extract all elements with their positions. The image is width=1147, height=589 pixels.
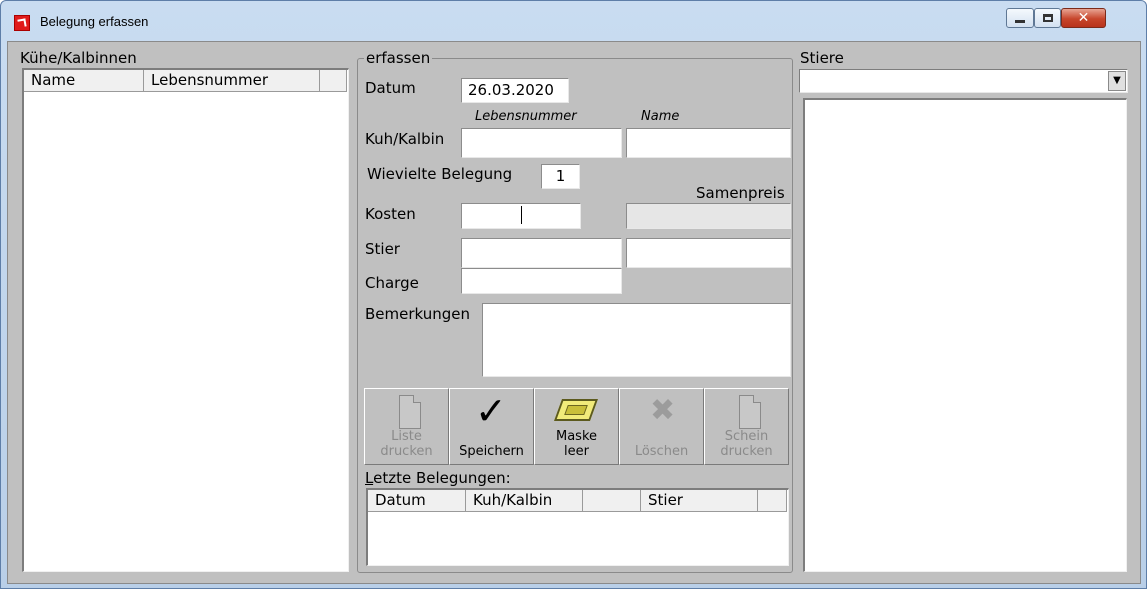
document-icon xyxy=(739,395,761,429)
delete-x-icon: ✖ xyxy=(650,393,676,428)
capture-frame-title: erfassen xyxy=(364,49,433,67)
tray-icon xyxy=(553,399,599,421)
cows-column-lebensnummer[interactable]: Lebensnummer xyxy=(144,70,320,92)
maske-leer-label-1: Maske xyxy=(555,429,598,444)
bemerkungen-field[interactable] xyxy=(482,303,791,377)
bulls-panel-title: Stiere xyxy=(800,49,844,67)
cows-column-filler xyxy=(320,70,347,92)
liste-drucken-label-1: Liste xyxy=(391,429,422,444)
cows-panel-title: Kühe/Kalbinnen xyxy=(20,49,137,67)
name-caption: Name xyxy=(641,109,680,124)
close-icon: ✕ xyxy=(1077,10,1090,26)
kosten-label: Kosten xyxy=(365,205,416,223)
recent-column-blank[interactable] xyxy=(583,490,641,512)
application-window: Belegung erfassen ✕ Kühe/Kalbinnen Name … xyxy=(0,0,1147,589)
client-area: Kühe/Kalbinnen Name Lebensnummer erfasse… xyxy=(7,41,1141,584)
kuh-lebensnummer-field[interactable] xyxy=(461,128,622,158)
recent-column-stier[interactable]: Stier xyxy=(641,490,758,512)
samenpreis-field xyxy=(626,203,791,229)
samenpreis-caption: Samenpreis xyxy=(696,184,785,202)
datum-field[interactable]: 26.03.2020 xyxy=(461,78,569,103)
bulls-dropdown[interactable]: ▼ xyxy=(799,69,1128,93)
belegung-label: Wievielte Belegung xyxy=(367,165,513,183)
schein-drucken-label-1: Schein xyxy=(724,429,769,444)
datum-label: Datum xyxy=(365,79,416,97)
maske-leer-button[interactable]: Maske leer xyxy=(534,388,619,465)
loeschen-button[interactable]: ✖ Löschen xyxy=(619,388,704,465)
recent-list[interactable]: Datum Kuh/Kalbin Stier xyxy=(366,488,789,566)
liste-drucken-button[interactable]: Liste drucken xyxy=(364,388,449,465)
maske-leer-label-2: leer xyxy=(564,444,589,459)
liste-drucken-label-2: drucken xyxy=(380,444,433,459)
schein-drucken-button[interactable]: Schein drucken xyxy=(704,388,789,465)
maximize-button[interactable] xyxy=(1034,8,1061,28)
lebensnummer-caption: Lebensnummer xyxy=(475,109,577,124)
checkmark-icon: ✓ xyxy=(475,389,507,433)
schein-drucken-label-2: drucken xyxy=(720,444,773,459)
stier-name-field[interactable] xyxy=(626,238,791,268)
title-bar[interactable]: Belegung erfassen ✕ xyxy=(1,1,1146,41)
stier-field[interactable] xyxy=(461,238,622,268)
chevron-down-icon[interactable]: ▼ xyxy=(1108,71,1126,91)
window-title: Belegung erfassen xyxy=(40,14,149,29)
recent-title-mnemonic: L xyxy=(365,469,374,487)
recent-title-rest: etzte Belegungen: xyxy=(373,469,511,487)
speichern-label: Speichern xyxy=(459,444,524,459)
charge-label: Charge xyxy=(365,274,419,292)
recent-title: Letzte Belegungen: xyxy=(365,469,511,487)
cows-list[interactable]: Name Lebensnummer xyxy=(22,68,349,572)
recent-column-filler xyxy=(758,490,787,512)
app-red-icon xyxy=(14,15,30,31)
maximize-icon xyxy=(1043,14,1053,22)
minimize-button[interactable] xyxy=(1006,8,1034,28)
stier-label: Stier xyxy=(365,240,400,258)
belegung-field[interactable]: 1 xyxy=(541,164,580,189)
recent-column-kuh[interactable]: Kuh/Kalbin xyxy=(466,490,583,512)
minimize-icon xyxy=(1015,20,1025,23)
cows-column-name[interactable]: Name xyxy=(24,70,144,92)
kuh-label: Kuh/Kalbin xyxy=(365,130,445,148)
bemerkungen-label: Bemerkungen xyxy=(365,305,471,323)
close-button[interactable]: ✕ xyxy=(1061,8,1106,28)
recent-column-datum[interactable]: Datum xyxy=(368,490,466,512)
speichern-button[interactable]: ✓ Speichern xyxy=(449,388,534,465)
bulls-list[interactable] xyxy=(803,98,1127,572)
text-cursor xyxy=(521,206,522,224)
loeschen-label: Löschen xyxy=(634,444,689,459)
charge-field[interactable] xyxy=(461,268,622,294)
kuh-name-field[interactable] xyxy=(626,128,791,158)
document-icon xyxy=(399,395,421,429)
